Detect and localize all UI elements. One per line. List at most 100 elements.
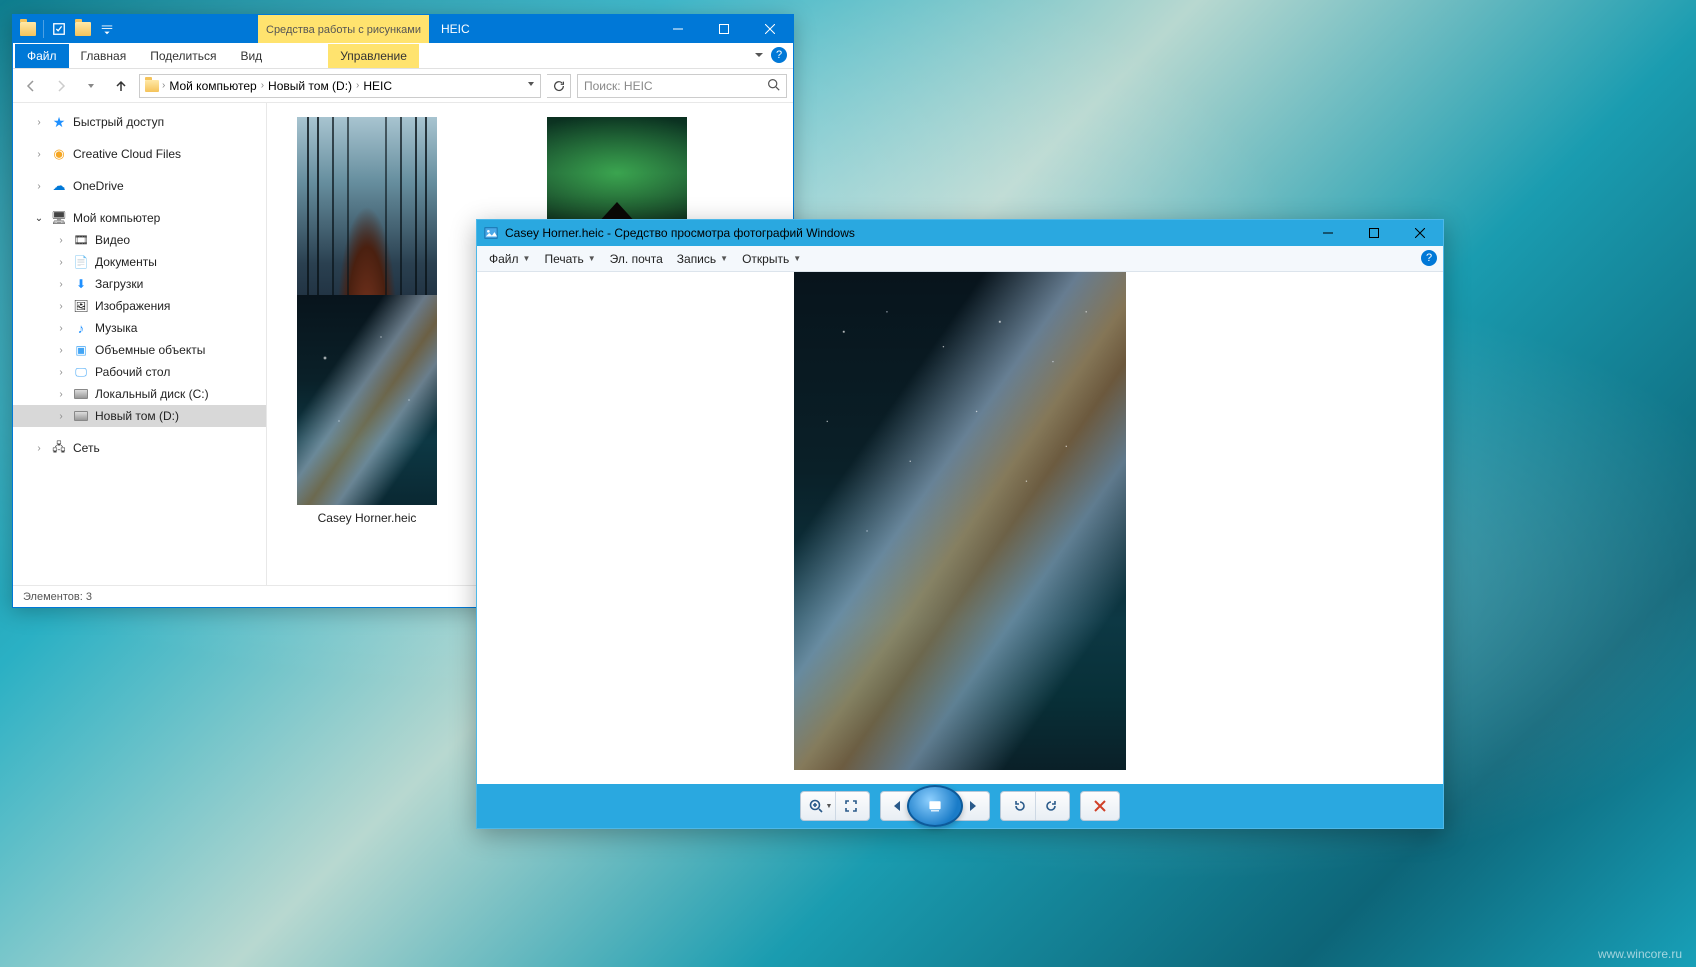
nav-onedrive[interactable]: ›☁OneDrive bbox=[13, 175, 266, 197]
rotate-ccw-button[interactable] bbox=[1005, 792, 1035, 820]
nav-quick-access[interactable]: ›★Быстрый доступ bbox=[13, 111, 266, 133]
nav-label: Creative Cloud Files bbox=[73, 147, 181, 161]
close-button[interactable] bbox=[747, 15, 793, 43]
new-folder-icon[interactable] bbox=[72, 18, 94, 40]
nav-this-pc[interactable]: ⌄🖥Мой компьютер bbox=[13, 207, 266, 229]
tab-home[interactable]: Главная bbox=[69, 44, 139, 68]
address-bar[interactable]: › Мой компьютер › Новый том (D:) › HEIC bbox=[139, 74, 541, 98]
nav-creative-cloud[interactable]: ›◉Creative Cloud Files bbox=[13, 143, 266, 165]
fit-button[interactable] bbox=[835, 792, 865, 820]
breadcrumb-segment[interactable]: HEIC bbox=[361, 79, 394, 93]
nav-label: Документы bbox=[95, 255, 157, 269]
photo-viewer-window: Casey Horner.heic - Средство просмотра ф… bbox=[476, 219, 1444, 829]
chevron-down-icon: ▼ bbox=[720, 254, 728, 263]
viewer-title: Casey Horner.heic - Средство просмотра ф… bbox=[505, 226, 855, 240]
nav-label: Изображения bbox=[95, 299, 170, 313]
nav-music[interactable]: ›Музыка bbox=[13, 317, 266, 339]
nav-desktop[interactable]: ›Рабочий стол bbox=[13, 361, 266, 383]
expand-ribbon-icon[interactable] bbox=[753, 49, 765, 64]
menu-open[interactable]: Открыть▼ bbox=[736, 249, 807, 269]
app-icon bbox=[483, 225, 499, 241]
menu-file[interactable]: Файл ▼ bbox=[483, 249, 536, 269]
ribbon-tabs: Файл Главная Поделиться Вид Управление ? bbox=[13, 43, 793, 69]
viewer-titlebar[interactable]: Casey Horner.heic - Средство просмотра ф… bbox=[477, 220, 1443, 246]
refresh-button[interactable] bbox=[547, 74, 571, 98]
search-box[interactable]: Поиск: HEIC bbox=[577, 74, 787, 98]
viewer-menu-bar: Файл ▼ Печать ▼ Эл. почта Запись ▼ Открыть▼… bbox=[477, 246, 1443, 272]
rotate-group bbox=[1000, 791, 1070, 821]
zoom-button[interactable]: ▼ bbox=[805, 792, 835, 820]
separator bbox=[43, 20, 44, 38]
back-button[interactable] bbox=[19, 74, 43, 98]
nav-label: Загрузки bbox=[95, 277, 143, 291]
nav-label: Объемные объекты bbox=[95, 343, 205, 357]
address-dropdown-icon[interactable] bbox=[526, 79, 536, 92]
navigation-pane[interactable]: ›★Быстрый доступ ›◉Creative Cloud Files … bbox=[13, 103, 267, 585]
explorer-titlebar[interactable]: Средства работы с рисунками HEIC bbox=[13, 15, 793, 43]
nav-pictures[interactable]: ›Изображения bbox=[13, 295, 266, 317]
properties-icon[interactable] bbox=[48, 18, 70, 40]
tab-view[interactable]: Вид bbox=[228, 44, 274, 68]
forward-button[interactable] bbox=[49, 74, 73, 98]
breadcrumb-segment[interactable]: Мой компьютер bbox=[167, 79, 258, 93]
tab-manage[interactable]: Управление bbox=[328, 44, 419, 68]
quick-access-toolbar bbox=[13, 15, 118, 43]
delete-button[interactable] bbox=[1085, 792, 1115, 820]
window-controls bbox=[1305, 220, 1443, 246]
folder-icon bbox=[144, 78, 160, 94]
nav-network[interactable]: ›Сеть bbox=[13, 437, 266, 459]
menu-burn[interactable]: Запись ▼ bbox=[671, 249, 734, 269]
minimize-button[interactable] bbox=[655, 15, 701, 43]
menu-print[interactable]: Печать ▼ bbox=[538, 249, 601, 269]
next-button[interactable] bbox=[959, 792, 989, 820]
contextual-tab-label: Средства работы с рисунками bbox=[266, 24, 421, 36]
nav-label: Музыка bbox=[95, 321, 137, 335]
contextual-tab-header: Средства работы с рисунками bbox=[258, 15, 429, 43]
breadcrumb-segment[interactable]: Новый том (D:) bbox=[266, 79, 354, 93]
file-name: Casey Horner.heic bbox=[318, 511, 417, 525]
nav-label: Видео bbox=[95, 233, 130, 247]
menu-label: Запись bbox=[677, 252, 716, 266]
chevron-right-icon[interactable]: › bbox=[356, 80, 359, 91]
chevron-down-icon: ▼ bbox=[588, 254, 596, 263]
tab-share[interactable]: Поделиться bbox=[138, 44, 228, 68]
minimize-button[interactable] bbox=[1305, 220, 1351, 246]
window-title: HEIC bbox=[441, 22, 470, 36]
menu-label: Печать bbox=[544, 252, 583, 266]
menu-label: Файл bbox=[489, 252, 519, 266]
menu-email[interactable]: Эл. почта bbox=[604, 249, 669, 269]
recent-dropdown-icon[interactable] bbox=[79, 74, 103, 98]
chevron-right-icon[interactable]: › bbox=[261, 80, 264, 91]
nav-label: Мой компьютер bbox=[73, 211, 160, 225]
nav-disk-d[interactable]: ›Новый том (D:) bbox=[13, 405, 266, 427]
nav-group bbox=[880, 791, 990, 821]
nav-disk-c[interactable]: ›Локальный диск (C:) bbox=[13, 383, 266, 405]
nav-label: Сеть bbox=[73, 441, 100, 455]
chevron-down-icon: ▼ bbox=[523, 254, 531, 263]
zoom-group: ▼ bbox=[800, 791, 870, 821]
help-icon[interactable]: ? bbox=[1421, 250, 1437, 266]
nav-label: Локальный диск (C:) bbox=[95, 387, 209, 401]
nav-downloads[interactable]: ›Загрузки bbox=[13, 273, 266, 295]
help-icon[interactable]: ? bbox=[771, 47, 787, 63]
nav-label: Быстрый доступ bbox=[73, 115, 164, 129]
close-button[interactable] bbox=[1397, 220, 1443, 246]
up-button[interactable] bbox=[109, 74, 133, 98]
maximize-button[interactable] bbox=[701, 15, 747, 43]
slideshow-button[interactable] bbox=[907, 785, 963, 827]
chevron-down-icon: ▼ bbox=[826, 803, 833, 810]
thumbnail bbox=[297, 295, 437, 505]
chevron-right-icon[interactable]: › bbox=[162, 80, 165, 91]
nav-3d-objects[interactable]: ›Объемные объекты bbox=[13, 339, 266, 361]
nav-videos[interactable]: ›Видео bbox=[13, 229, 266, 251]
customize-qat-icon[interactable] bbox=[96, 18, 118, 40]
delete-group bbox=[1080, 791, 1120, 821]
maximize-button[interactable] bbox=[1351, 220, 1397, 246]
rotate-cw-button[interactable] bbox=[1035, 792, 1065, 820]
search-icon[interactable] bbox=[767, 78, 780, 94]
file-item[interactable]: Casey Horner.heic bbox=[287, 295, 447, 525]
image-canvas[interactable] bbox=[477, 272, 1443, 784]
item-count: Элементов: 3 bbox=[23, 591, 92, 603]
nav-documents[interactable]: ›Документы bbox=[13, 251, 266, 273]
tab-file[interactable]: Файл bbox=[15, 44, 69, 68]
